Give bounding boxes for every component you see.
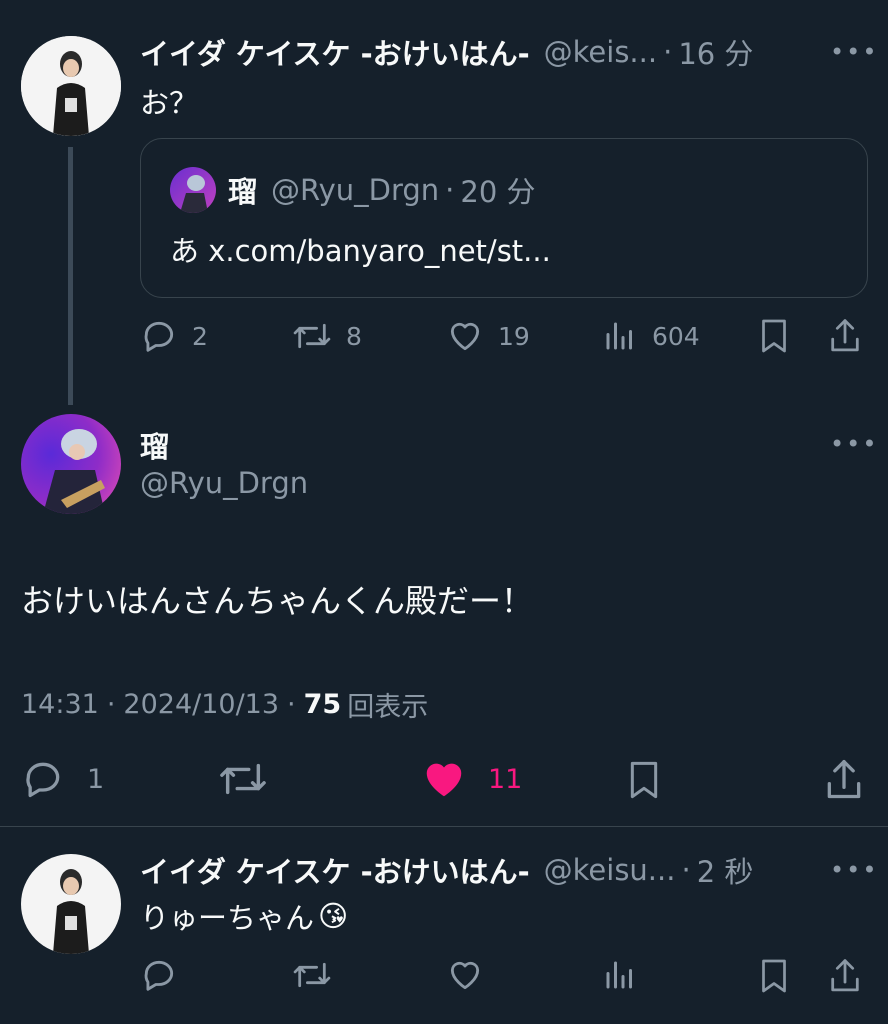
repost-button[interactable]: 8 xyxy=(292,316,362,356)
share-icon xyxy=(831,319,859,352)
like-count: 19 xyxy=(498,321,530,351)
like-icon xyxy=(450,322,480,351)
avatar-ryu[interactable] xyxy=(21,414,121,514)
reply-views-button[interactable] xyxy=(602,956,638,998)
bookmark-icon xyxy=(630,761,658,799)
share-icon xyxy=(831,959,859,992)
repost-icon xyxy=(220,763,266,795)
bookmark-icon xyxy=(762,319,786,353)
main-like-count: 11 xyxy=(488,763,523,795)
view-label: 回表示 xyxy=(347,691,429,723)
main-author-name[interactable]: 瑠 xyxy=(140,424,169,466)
author-name[interactable]: イイダ ケイスケ -おけいはん- xyxy=(140,31,530,73)
quote-text: あ x.com/banyaro_net/st... xyxy=(170,234,551,268)
tweet-text: お？ xyxy=(140,86,199,120)
separator-dot: · xyxy=(287,688,296,720)
reply-reply-button[interactable] xyxy=(140,956,178,998)
main-repost-button[interactable] xyxy=(218,756,268,806)
thread-connector xyxy=(68,147,73,405)
view-count: 75 xyxy=(303,688,342,720)
reply-icon xyxy=(144,321,174,352)
tweet-time[interactable]: 16 分 xyxy=(678,31,753,73)
more-icon[interactable]: ••• xyxy=(830,856,878,884)
quote-author-handle[interactable]: @Ryu_Drgn xyxy=(271,173,439,207)
separator-dot: · xyxy=(681,853,691,887)
tweet-date[interactable]: 2024/10/13 xyxy=(123,689,279,720)
separator-dot: · xyxy=(106,688,116,720)
reply-button[interactable]: 2 xyxy=(140,316,208,356)
separator-dot: · xyxy=(663,35,673,69)
reply-repost-button[interactable] xyxy=(292,956,332,998)
like-icon xyxy=(450,961,480,990)
repost-icon xyxy=(293,962,331,988)
kiss-emoji: 😘 xyxy=(318,899,349,933)
main-share-button[interactable] xyxy=(822,756,866,808)
main-bookmark-button[interactable] xyxy=(624,756,664,808)
reply-time[interactable]: 2 秒 xyxy=(697,849,754,891)
separator-dot: · xyxy=(445,173,455,207)
reply-author-handle[interactable]: @keisu... xyxy=(544,853,676,887)
main-tweet-text: おけいはんさんちゃんくん殿だー！ xyxy=(21,582,534,620)
quote-avatar[interactable] xyxy=(170,167,216,213)
quote-author-name[interactable]: 瑠 xyxy=(228,169,257,211)
reply-like-button[interactable] xyxy=(446,956,484,998)
views-count: 604 xyxy=(652,321,700,351)
share-button[interactable] xyxy=(826,316,864,360)
like-button[interactable]: 19 xyxy=(446,316,530,356)
bookmark-icon xyxy=(762,959,786,993)
reply-share-button[interactable] xyxy=(826,956,864,1000)
reply-count: 2 xyxy=(192,321,208,351)
share-icon xyxy=(827,760,861,799)
tweet-timestamp[interactable]: 14:31 xyxy=(21,689,99,720)
reply-author-name[interactable]: イイダ ケイスケ -おけいはん- xyxy=(140,849,530,891)
views-icon xyxy=(606,961,632,989)
more-icon[interactable]: ••• xyxy=(830,430,878,458)
reply-icon xyxy=(144,960,174,991)
main-author-handle[interactable]: @Ryu_Drgn xyxy=(140,466,308,500)
bookmark-button[interactable] xyxy=(756,316,792,360)
main-like-button[interactable]: 11 xyxy=(420,756,522,802)
author-handle[interactable]: @keis... xyxy=(544,35,657,69)
quote-time[interactable]: 20 分 xyxy=(460,169,535,211)
reply-text: りゅーちゃん xyxy=(140,901,315,935)
avatar-keisuke[interactable] xyxy=(21,36,121,136)
divider xyxy=(0,826,888,827)
main-reply-button[interactable]: 1 xyxy=(21,756,104,802)
views-icon xyxy=(606,322,632,350)
reply-icon xyxy=(26,762,60,798)
views-button[interactable]: 604 xyxy=(602,316,700,356)
reply-bookmark-button[interactable] xyxy=(756,956,792,1000)
quote-card[interactable] xyxy=(140,138,868,298)
like-icon xyxy=(426,763,462,797)
main-reply-count: 1 xyxy=(87,763,105,795)
repost-icon xyxy=(293,323,331,349)
more-icon[interactable]: ••• xyxy=(830,38,878,66)
repost-count: 8 xyxy=(346,321,362,351)
avatar-keisuke[interactable] xyxy=(21,854,121,954)
